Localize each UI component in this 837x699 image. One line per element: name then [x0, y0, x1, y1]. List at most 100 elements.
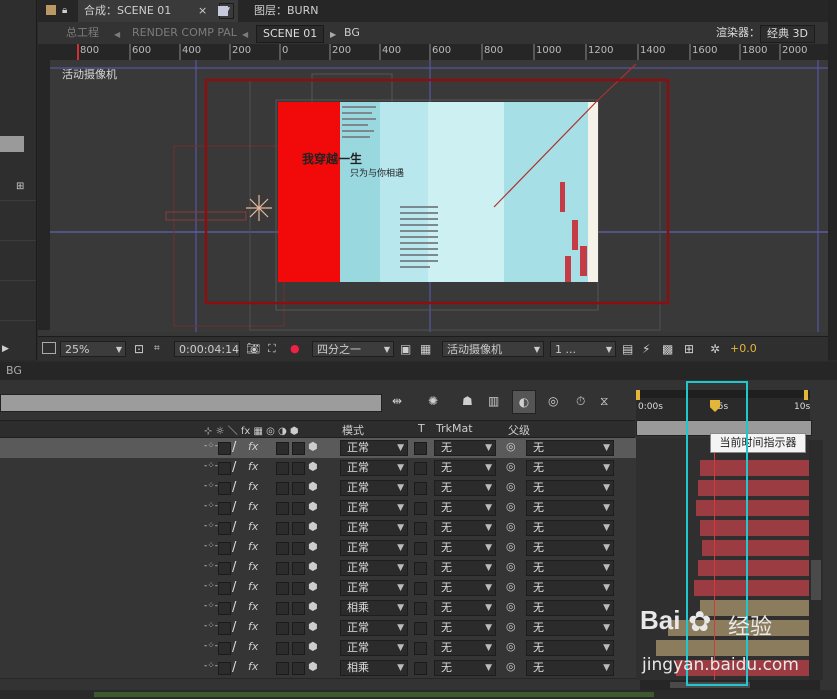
collapse-switch[interactable] [218, 482, 231, 495]
timecode-field[interactable]: 0:00:04:14 [174, 341, 240, 357]
parent-dropdown[interactable]: 无 ▼ [526, 480, 614, 496]
layer-row[interactable]: -⁘- / fx ⬢ 正常 ▼ 无 ▼ ◎ 无 ▼ [0, 458, 636, 479]
nav-current-comp[interactable]: SCENE 01 [256, 25, 325, 43]
layer-row[interactable]: -⁘- / fx ⬢ 正常 ▼ 无 ▼ ◎ 无 ▼ [0, 538, 636, 559]
fx-switch-icon[interactable]: fx [248, 600, 258, 613]
3d-layer-icon[interactable]: ⬢ [308, 640, 318, 653]
column-t[interactable]: T [418, 422, 425, 435]
mode-dropdown[interactable]: 正常 ▼ [340, 540, 408, 556]
roi-icon[interactable]: ▣ [400, 342, 411, 356]
shy-layers-icon[interactable]: ☗ [462, 394, 473, 408]
shy-switch-icon[interactable]: -⁘- [204, 501, 218, 511]
toggle-pixel-icon[interactable]: ▤ [622, 342, 633, 356]
motion-blur-switch[interactable] [292, 662, 305, 675]
pickwhip-icon[interactable]: ◎ [506, 660, 516, 673]
collapse-switch[interactable] [218, 622, 231, 635]
trkmat-dropdown[interactable]: 无 ▼ [434, 480, 496, 496]
3d-layer-icon[interactable]: ⬢ [308, 480, 318, 493]
shy-switch-icon[interactable]: -⁘- [204, 621, 218, 631]
3d-layer-icon[interactable]: ⬢ [308, 620, 318, 633]
trkmat-dropdown[interactable]: 无 ▼ [434, 660, 496, 676]
mode-dropdown[interactable]: 正常 ▼ [340, 440, 408, 456]
shy-switch-icon[interactable]: -⁘- [204, 441, 218, 451]
preserve-transparency-switch[interactable] [414, 662, 427, 675]
frame-blending-icon[interactable]: ▥ [488, 394, 499, 408]
collapse-switch[interactable] [218, 522, 231, 535]
motion-blur-switch[interactable] [292, 522, 305, 535]
preserve-transparency-switch[interactable] [414, 482, 427, 495]
mode-dropdown[interactable]: 相乘 ▼ [340, 660, 408, 676]
motion-blur-switch[interactable] [292, 582, 305, 595]
trkmat-dropdown[interactable]: 无 ▼ [434, 540, 496, 556]
fx-switch-icon[interactable]: fx [248, 620, 258, 633]
pickwhip-icon[interactable]: ◎ [506, 600, 516, 613]
resolution-dropdown[interactable]: 四分之一 ▼ [312, 341, 394, 357]
trkmat-dropdown[interactable]: 无 ▼ [434, 500, 496, 516]
timeline-tab[interactable]: BG [6, 364, 22, 377]
pickwhip-icon[interactable]: ◎ [506, 520, 516, 533]
pickwhip-icon[interactable]: ◎ [506, 580, 516, 593]
preserve-transparency-switch[interactable] [414, 622, 427, 635]
motion-blur-switch[interactable] [292, 462, 305, 475]
zoom-dropdown[interactable]: 25% ▼ [60, 341, 126, 357]
trkmat-dropdown[interactable]: 无 ▼ [434, 580, 496, 596]
parent-dropdown[interactable]: 无 ▼ [526, 460, 614, 476]
fx-switch-icon[interactable]: fx [248, 560, 258, 573]
collapse-switch[interactable] [218, 562, 231, 575]
close-icon[interactable]: × [198, 4, 207, 18]
column-parent[interactable]: 父级 [508, 422, 530, 438]
preserve-transparency-switch[interactable] [414, 502, 427, 515]
pickwhip-icon[interactable]: ◎ [506, 640, 516, 653]
view-layout-dropdown[interactable]: 1 ... ▼ [550, 341, 616, 357]
layer-row[interactable]: -⁘- / fx ⬢ 正常 ▼ 无 ▼ ◎ 无 ▼ [0, 558, 636, 579]
frame-blend-switch[interactable] [276, 582, 289, 595]
trkmat-dropdown[interactable]: 无 ▼ [434, 620, 496, 636]
3d-layer-icon[interactable]: ⬢ [308, 500, 318, 513]
3d-layer-icon[interactable]: ⬢ [308, 660, 318, 673]
shy-switch-icon[interactable]: -⁘- [204, 521, 218, 531]
mode-dropdown[interactable]: 正常 ▼ [340, 480, 408, 496]
frame-blend-switch[interactable] [276, 462, 289, 475]
frame-blend-switch[interactable] [276, 542, 289, 555]
camera-view-dropdown[interactable]: 活动摄像机 ▼ [442, 341, 544, 357]
fx-switch-icon[interactable]: fx [248, 440, 258, 453]
draft-3d-icon[interactable]: ✺ [428, 394, 438, 408]
layer-row[interactable]: -⁘- / fx ⬢ 相乘 ▼ 无 ▼ ◎ 无 ▼ [0, 658, 636, 679]
nav-bg[interactable]: BG [344, 25, 360, 41]
layer-row[interactable]: -⁘- / fx ⬢ 正常 ▼ 无 ▼ ◎ 无 ▼ [0, 618, 636, 639]
shy-switch-icon[interactable]: -⁘- [204, 461, 218, 471]
collapse-switch[interactable] [218, 582, 231, 595]
fx-switch-icon[interactable]: fx [248, 520, 258, 533]
exposure-value[interactable]: +0.0 [730, 342, 757, 355]
motion-blur-switch[interactable] [292, 502, 305, 515]
exposure-icon[interactable]: ✲ [710, 342, 720, 356]
parent-dropdown[interactable]: 无 ▼ [526, 620, 614, 636]
motion-blur-switch[interactable] [292, 542, 305, 555]
scroll-thumb[interactable] [811, 560, 821, 600]
preserve-transparency-switch[interactable] [414, 462, 427, 475]
trkmat-dropdown[interactable]: 无 ▼ [434, 640, 496, 656]
collapse-switch[interactable] [218, 642, 231, 655]
pickwhip-icon[interactable]: ◎ [506, 560, 516, 573]
fast-preview-icon[interactable]: ⚡ [642, 342, 650, 356]
frame-blend-switch[interactable] [276, 562, 289, 575]
renderer-dropdown[interactable]: 经典 3D [760, 25, 815, 43]
region-icon[interactable]: ⊡ [134, 342, 144, 356]
layer-row[interactable]: -⁘- / fx ⬢ 正常 ▼ 无 ▼ ◎ 无 ▼ [0, 638, 636, 659]
grid-icon[interactable]: ⌗ [154, 342, 160, 356]
preserve-transparency-switch[interactable] [414, 562, 427, 575]
motion-blur-icon[interactable]: ◐ [512, 390, 536, 414]
work-area-end[interactable] [804, 390, 808, 400]
quality-switch-icon[interactable]: / [232, 540, 236, 555]
comp-viewer[interactable]: 活动摄像机 我穿越一生 只为与你相遇 [50, 60, 828, 332]
3d-layer-icon[interactable]: ⬢ [308, 580, 318, 593]
graph-editor-icon[interactable]: ⧖ [600, 394, 608, 408]
channel-icon[interactable]: ● [290, 342, 300, 356]
motion-blur-switch[interactable] [292, 622, 305, 635]
trkmat-dropdown[interactable]: 无 ▼ [434, 600, 496, 616]
shy-switch-icon[interactable]: -⁘- [204, 481, 218, 491]
preserve-transparency-switch[interactable] [414, 642, 427, 655]
flowchart-icon[interactable]: ⊞ [684, 342, 694, 356]
frame-blend-switch[interactable] [276, 522, 289, 535]
layer-row[interactable]: -⁘- / fx ⬢ 正常 ▼ 无 ▼ ◎ 无 ▼ [0, 498, 636, 519]
